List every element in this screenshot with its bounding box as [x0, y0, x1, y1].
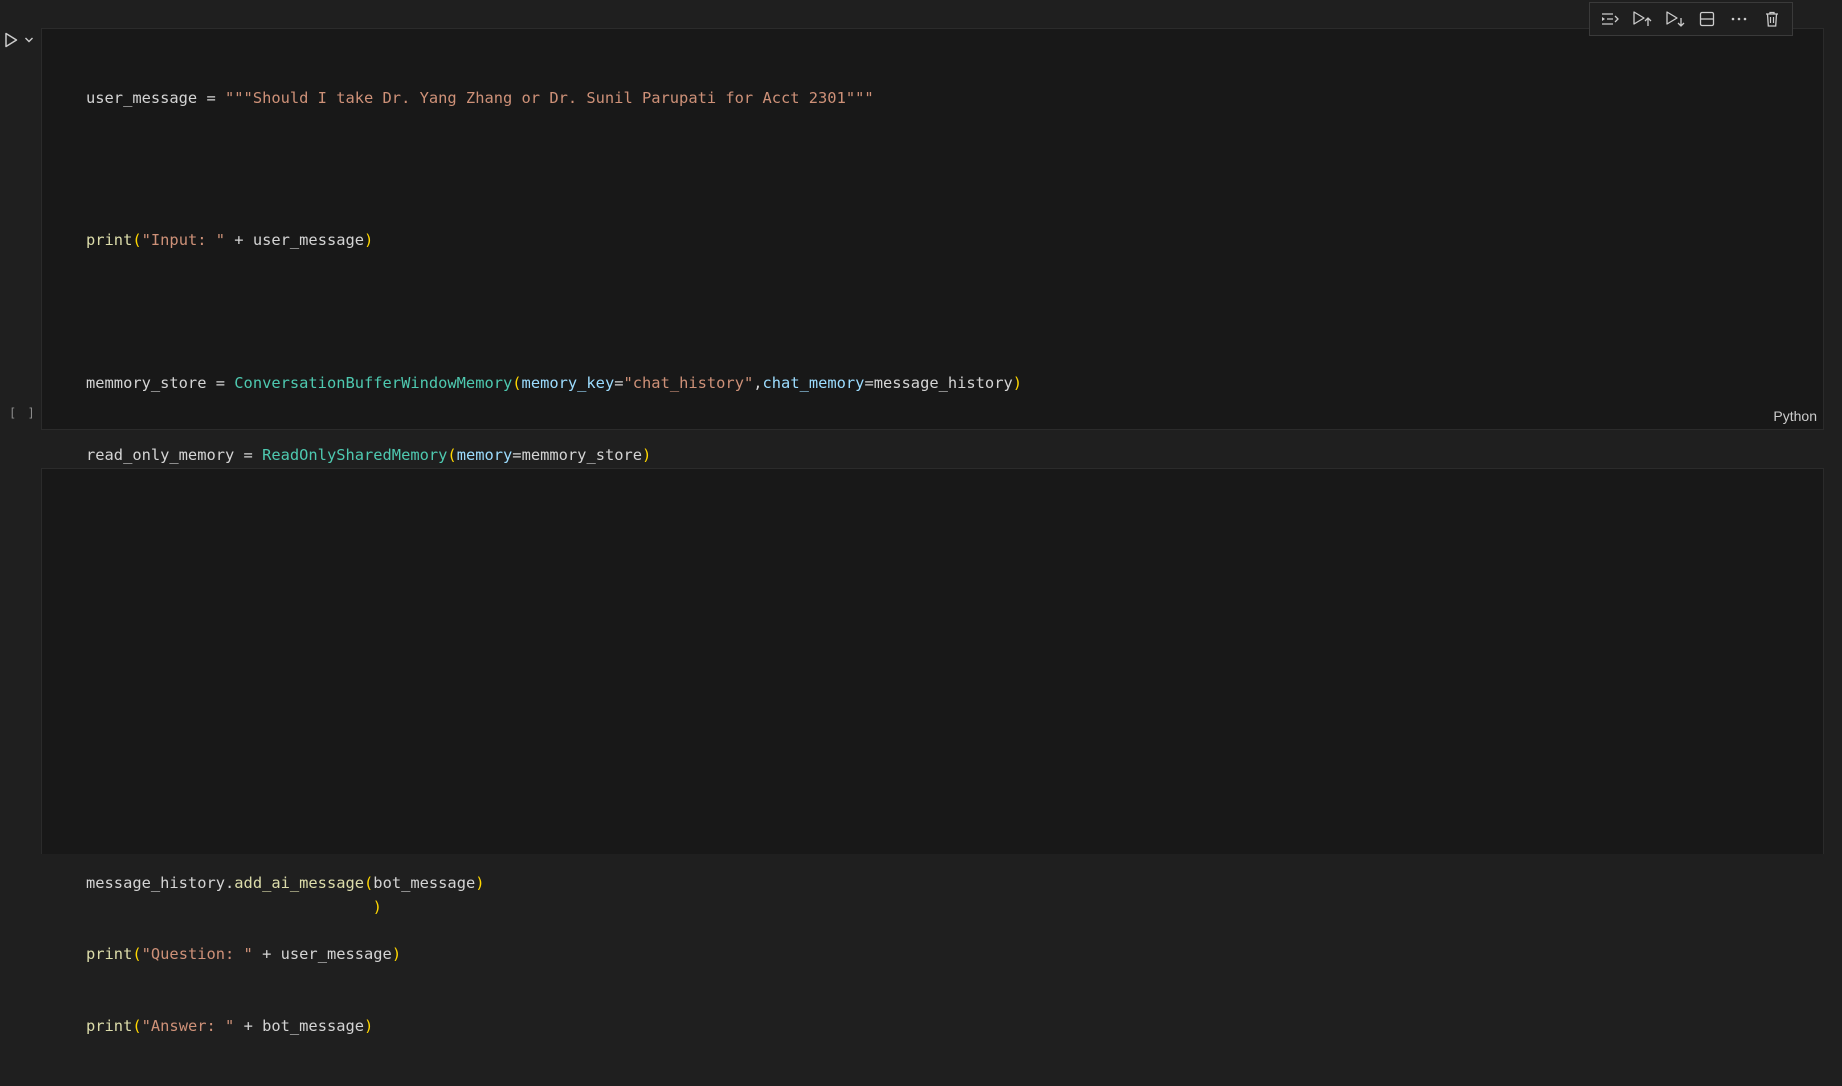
empty-code-cell[interactable]: [41, 468, 1824, 854]
more-icon: [1732, 17, 1747, 21]
code-line: print("Answer: " + bot_message): [86, 1016, 374, 1035]
code-line: print("Input: " + user_message): [86, 231, 374, 250]
cell-toolbar: [1589, 2, 1793, 36]
delete-icon: [1765, 11, 1778, 27]
execution-count: [ ]: [9, 406, 37, 420]
language-picker[interactable]: Python: [1773, 408, 1817, 424]
code-line: print("Question: " + user_message): [86, 945, 402, 964]
code-cell[interactable]: user_message = """Should I take Dr. Yang…: [41, 28, 1824, 1035]
split-cell-button[interactable]: [1694, 6, 1720, 32]
code-line: message_history.add_ai_message(bot_messa…: [86, 873, 485, 892]
run-options-button[interactable]: [22, 31, 36, 49]
chevron-down-icon: [25, 37, 33, 43]
run-cell-button[interactable]: [2, 31, 20, 49]
execute-above-button[interactable]: [1597, 6, 1623, 32]
run-below-button[interactable]: [1662, 6, 1688, 32]
code-line: read_only_memory = ReadOnlySharedMemory(…: [86, 445, 652, 464]
execute-above-icon: [1602, 13, 1620, 25]
code-line: memmory_store = ConversationBufferWindow…: [86, 374, 1023, 393]
run-cell-icon: [5, 32, 18, 48]
split-cell-icon: [1699, 11, 1715, 27]
run-above-button[interactable]: [1629, 6, 1655, 32]
more-actions-button[interactable]: [1726, 6, 1752, 32]
delete-cell-button[interactable]: [1759, 6, 1785, 32]
run-controls: [2, 31, 36, 49]
run-above-icon: [1633, 11, 1652, 26]
code-line: user_message = """Should I take Dr. Yang…: [86, 88, 874, 107]
run-below-icon: [1666, 11, 1685, 27]
